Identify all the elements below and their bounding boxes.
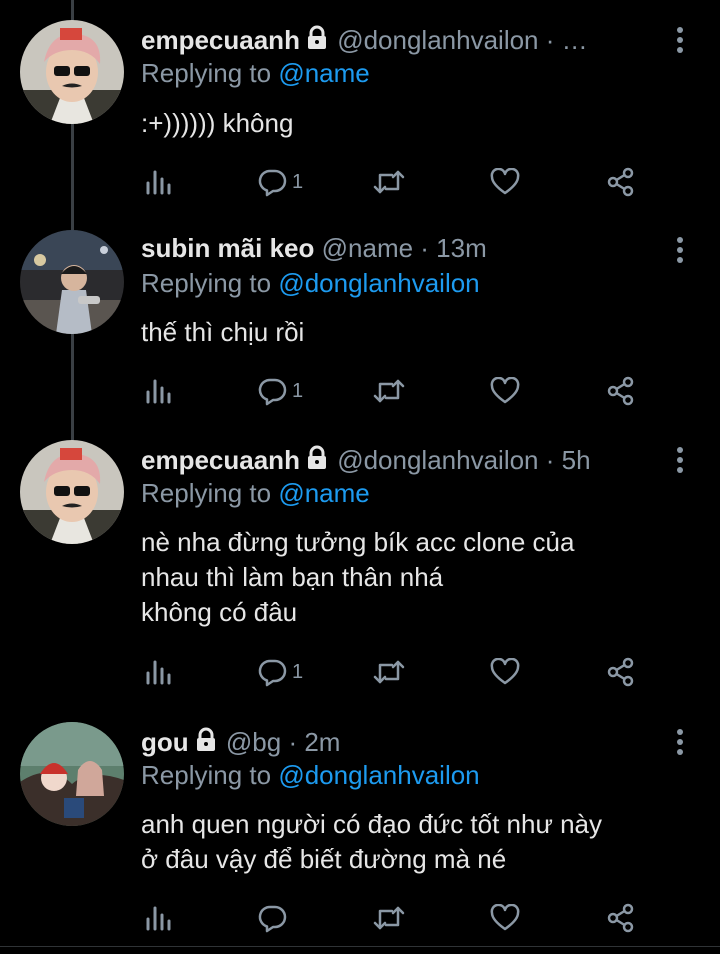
avatar[interactable] bbox=[20, 20, 124, 124]
like-button[interactable] bbox=[490, 375, 520, 407]
user-handle[interactable]: @donglanhvailon bbox=[337, 445, 538, 475]
like-icon bbox=[490, 658, 520, 686]
mention-link[interactable]: @donglanhvailon bbox=[278, 760, 479, 790]
replying-to-label: Replying to bbox=[141, 58, 272, 88]
user-handle[interactable]: @donglanhvailon bbox=[337, 25, 538, 55]
more-vertical-icon[interactable] bbox=[674, 728, 686, 756]
tweet-actions bbox=[140, 902, 660, 934]
tweet-actions: 1 bbox=[140, 166, 660, 198]
avatar[interactable] bbox=[20, 722, 124, 826]
analytics-icon bbox=[144, 377, 172, 405]
reply-button[interactable]: 1 bbox=[258, 375, 303, 407]
reply-count: 1 bbox=[292, 170, 304, 193]
avatar[interactable] bbox=[20, 230, 124, 334]
retweet-button[interactable] bbox=[372, 166, 406, 198]
divider bbox=[0, 946, 720, 947]
tweet-text-line: nè nha đừng tưởng bík acc clone của bbox=[141, 527, 575, 557]
timestamp[interactable]: · 2m bbox=[288, 727, 340, 757]
lock-icon bbox=[193, 726, 219, 760]
like-icon bbox=[490, 377, 520, 405]
tweet-text-line: thế thì chịu rồi bbox=[141, 317, 305, 347]
more-vertical-icon[interactable] bbox=[674, 26, 686, 54]
replying-to: Replying to @name bbox=[141, 56, 370, 90]
replying-to-label: Replying to bbox=[141, 760, 272, 790]
timestamp[interactable]: · 13m bbox=[420, 233, 486, 263]
display-name[interactable]: empecuaanh bbox=[141, 445, 300, 475]
reply-button[interactable]: 1 bbox=[258, 656, 303, 688]
share-button[interactable] bbox=[606, 375, 636, 407]
tweet-header: subin mãi keo @name · 13m bbox=[141, 230, 664, 266]
replying-to-label: Replying to bbox=[141, 268, 272, 298]
tweet-text: nè nha đừng tưởng bík acc clone của nhau… bbox=[141, 525, 681, 630]
display-name[interactable]: subin mãi keo bbox=[141, 233, 314, 263]
replying-to-label: Replying to bbox=[141, 478, 272, 508]
reply-icon bbox=[258, 167, 288, 197]
retweet-button[interactable] bbox=[372, 902, 406, 934]
tweet-header: empecuaanh @donglanhvailon · … bbox=[141, 22, 664, 58]
mention-link[interactable]: @donglanhvailon bbox=[278, 268, 479, 298]
timestamp[interactable]: · … bbox=[546, 25, 588, 55]
analytics-button[interactable] bbox=[144, 902, 172, 934]
like-button[interactable] bbox=[490, 166, 520, 198]
lock-icon bbox=[304, 444, 330, 478]
more-vertical-icon[interactable] bbox=[674, 236, 686, 264]
tweet-text: anh quen người có đạo đức tốt như này ở … bbox=[141, 807, 681, 877]
reply-button[interactable] bbox=[258, 902, 292, 934]
reply-count: 1 bbox=[292, 660, 304, 683]
tweet-header: empecuaanh @donglanhvailon · 5h bbox=[141, 442, 664, 478]
analytics-icon bbox=[144, 658, 172, 686]
analytics-button[interactable] bbox=[144, 375, 172, 407]
tweet-text-line: anh quen người có đạo đức tốt như này bbox=[141, 809, 603, 839]
display-name[interactable]: gou bbox=[141, 727, 189, 757]
reply-button[interactable]: 1 bbox=[258, 166, 303, 198]
share-icon bbox=[606, 376, 636, 406]
tweet-text-line: không có đâu bbox=[141, 597, 298, 627]
tweet-text-line: nhau thì làm bạn thân nhá bbox=[141, 562, 444, 592]
share-button[interactable] bbox=[606, 902, 636, 934]
user-handle[interactable]: @bg bbox=[226, 727, 281, 757]
like-icon bbox=[490, 168, 520, 196]
mention-link[interactable]: @name bbox=[278, 58, 369, 88]
reply-icon bbox=[258, 376, 288, 406]
replying-to: Replying to @name bbox=[141, 476, 370, 510]
retweet-icon bbox=[372, 904, 406, 932]
like-button[interactable] bbox=[490, 902, 520, 934]
share-button[interactable] bbox=[606, 166, 636, 198]
analytics-button[interactable] bbox=[144, 166, 172, 198]
tweet-text: thế thì chịu rồi bbox=[141, 315, 681, 350]
share-button[interactable] bbox=[606, 656, 636, 688]
tweet-text-line: ở đâu vậy để biết đường mà né bbox=[141, 844, 507, 874]
timestamp[interactable]: · 5h bbox=[546, 445, 591, 475]
replying-to: Replying to @donglanhvailon bbox=[141, 266, 480, 300]
share-icon bbox=[606, 903, 636, 933]
retweet-button[interactable] bbox=[372, 656, 406, 688]
retweet-icon bbox=[372, 658, 406, 686]
avatar[interactable] bbox=[20, 440, 124, 544]
like-icon bbox=[490, 904, 520, 932]
reply-icon bbox=[258, 657, 288, 687]
analytics-button[interactable] bbox=[144, 656, 172, 688]
tweet-actions: 1 bbox=[140, 375, 660, 407]
tweet-actions: 1 bbox=[140, 656, 660, 688]
share-icon bbox=[606, 657, 636, 687]
tweet-text-line: :+)))))) không bbox=[141, 108, 294, 138]
tweet-text: :+)))))) không bbox=[141, 106, 681, 141]
more-vertical-icon[interactable] bbox=[674, 446, 686, 474]
display-name[interactable]: empecuaanh bbox=[141, 25, 300, 55]
retweet-icon bbox=[372, 377, 406, 405]
retweet-icon bbox=[372, 168, 406, 196]
replying-to: Replying to @donglanhvailon bbox=[141, 758, 480, 792]
tweet-header: gou @bg · 2m bbox=[141, 724, 664, 760]
analytics-icon bbox=[144, 168, 172, 196]
retweet-button[interactable] bbox=[372, 375, 406, 407]
share-icon bbox=[606, 167, 636, 197]
mention-link[interactable]: @name bbox=[278, 478, 369, 508]
reply-count: 1 bbox=[292, 379, 304, 402]
reply-icon bbox=[258, 903, 288, 933]
like-button[interactable] bbox=[490, 656, 520, 688]
user-handle[interactable]: @name bbox=[322, 233, 413, 263]
analytics-icon bbox=[144, 904, 172, 932]
lock-icon bbox=[304, 24, 330, 58]
